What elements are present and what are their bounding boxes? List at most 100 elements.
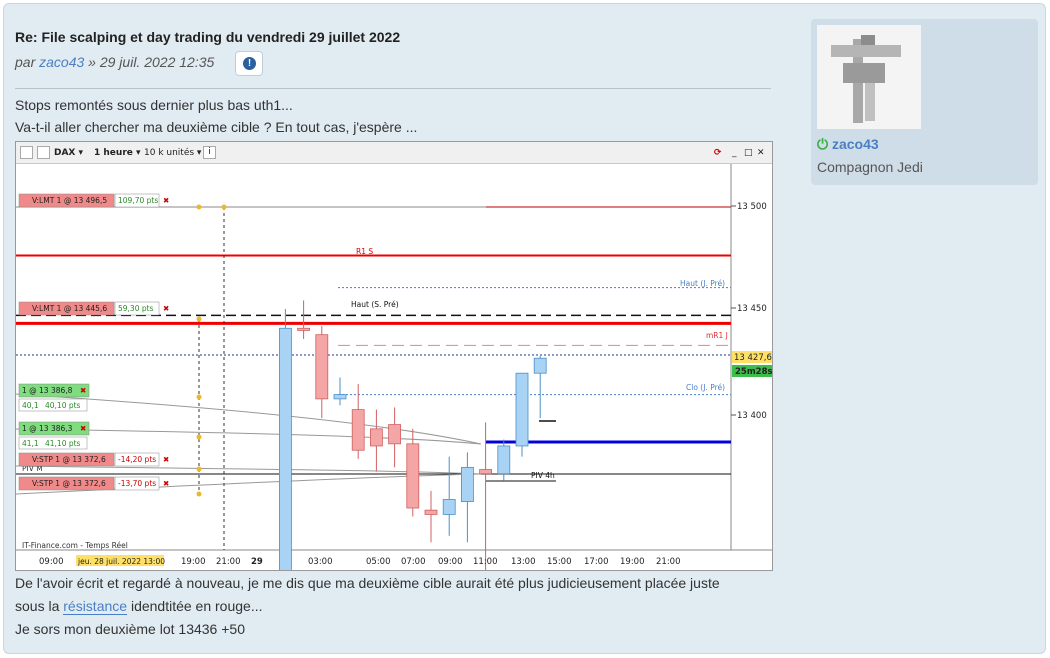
r1s-label: R1 S [356, 247, 373, 256]
x-tick-label: 07:00 [401, 557, 426, 567]
minimize-icon[interactable]: _ [732, 146, 737, 160]
instrument-select[interactable]: DAX ▾ [54, 146, 83, 160]
close-icon[interactable]: ✕ [757, 146, 765, 160]
order-tag: V:LMT 1 @ 13 445,6 59,30 pts ✖ [18, 301, 169, 316]
author-profile: ⏻ zaco43 Compagnon Jedi [811, 19, 1038, 185]
post-text-line-1: Stops remontés sous dernier plus bas uth… [15, 97, 293, 113]
order-anchor-dot [196, 394, 202, 400]
candle-icon[interactable] [20, 146, 33, 159]
mr1j-label: mR1 J [706, 331, 728, 340]
haut-spre-label: Haut (S. Pré) [351, 300, 399, 309]
alert-icon: ! [243, 57, 256, 70]
x-tick-label: 05:00 [366, 557, 391, 567]
order-anchor-dot [196, 316, 202, 322]
post-text-line-4: sous la résistance idendtitée en rouge..… [15, 598, 263, 615]
close-order-icon: ✖ [163, 455, 169, 464]
order-tag: V:LMT 1 @ 13 496,5 109,70 pts ✖ [18, 193, 169, 208]
order-anchor-dot [196, 434, 202, 440]
online-icon: ⏻ [817, 136, 829, 152]
username[interactable]: ⏻ zaco43 [817, 136, 879, 153]
order-tag: 1 @ 13 386,8 ✖ 40,1 40,10 pts [18, 383, 90, 412]
x-tick-label: 15:00 [547, 557, 572, 567]
close-order-icon: ✖ [163, 304, 169, 313]
x-tick-label: 11:00 [473, 557, 498, 567]
candle-body [497, 445, 511, 475]
haut-jpre-label: Haut (J. Pré) [680, 279, 725, 288]
x-tick-label: 21:00 [656, 557, 681, 567]
y-tick-label: 13 500 [737, 202, 767, 212]
order-sub2: 40,10 pts [45, 401, 81, 410]
maximize-icon[interactable]: □ [744, 146, 753, 160]
order-pts: 109,70 pts [118, 196, 158, 205]
close-order-icon: ✖ [80, 424, 86, 433]
order-pts: 59,30 pts [118, 304, 154, 313]
candle-body [333, 394, 347, 400]
post-text-line-5: Je sors mon deuxième lot 13436 +50 [15, 621, 245, 637]
avatar[interactable] [817, 25, 921, 129]
order-anchor-dot [196, 466, 202, 472]
price-badge-text: 13 427,6 [734, 353, 772, 363]
timeframe-select[interactable]: 1 heure ▾ [94, 146, 141, 160]
order-anchor-dot [196, 491, 202, 497]
candle-body [278, 327, 292, 570]
candle-body [460, 466, 474, 502]
report-button[interactable]: ! [235, 51, 263, 76]
units-select[interactable]: 10 k unités ▾ [144, 146, 201, 160]
separator [15, 88, 771, 89]
order-sub1: 40,1 [22, 401, 39, 410]
refresh-icon[interactable]: ⟳ [714, 146, 722, 160]
order-pts: -14,20 pts [118, 455, 156, 464]
order-label: V:LMT 1 @ 13 445,6 [32, 304, 107, 313]
order-anchor-dot [221, 204, 227, 210]
close-order-icon: ✖ [163, 196, 169, 205]
by-prefix: par [15, 54, 36, 70]
order-label: 1 @ 13 386,8 [22, 386, 73, 395]
y-tick-label: 13 450 [737, 304, 767, 314]
post-text-line-3: De l'avoir écrit et regardé à nouveau, j… [15, 575, 720, 591]
clo-jpre-label: Clo (J. Pré) [686, 383, 725, 392]
candle-body [369, 428, 383, 447]
candle-body [442, 499, 456, 515]
post-title[interactable]: Re: File scalping et day trading du vend… [15, 29, 400, 45]
x-tick-label: 21:00 [216, 557, 241, 567]
author-link[interactable]: zaco43 [39, 54, 84, 70]
order-pts: -13,70 pts [118, 479, 156, 488]
piv4h-label: PIV 4h [531, 471, 555, 480]
candle-body [533, 357, 547, 374]
order-tag: V:STP 1 @ 13 372,6 -13,70 pts ✖ [18, 476, 169, 491]
post-text-line-2: Va-t-il aller chercher ma deuxième cible… [15, 119, 418, 135]
source-label: IT-Finance.com - Temps Réel [22, 541, 128, 550]
post-date: » 29 juil. 2022 12:35 [88, 54, 215, 70]
x-tick-label: 19:00 [181, 557, 206, 567]
resistance-link[interactable]: résistance [63, 598, 128, 615]
cursor-date-text: jeu. 28 juil. 2022 13:00 [77, 557, 165, 566]
x-tick-label: 29 [251, 557, 263, 567]
candle-body [351, 409, 365, 451]
order-tag: 1 @ 13 386,3 ✖ 41,1 41,10 pts [18, 421, 90, 450]
trading-chart-image: DAX ▾ 1 heure ▾ 10 k unités ▾ i ⟳ _ □ ✕ … [15, 141, 773, 571]
x-tick-label: 17:00 [584, 557, 609, 567]
y-tick-label: 13 400 [737, 411, 767, 421]
x-tick-label: 19:00 [620, 557, 645, 567]
x-tick-label: 09:00 [39, 557, 64, 567]
order-label: V:LMT 1 @ 13 496,5 [32, 196, 107, 205]
candle-body [479, 469, 493, 475]
candle-body [515, 372, 529, 447]
order-anchor-dot [196, 204, 202, 210]
candle-body [388, 424, 402, 445]
close-order-icon: ✖ [80, 386, 86, 395]
order-label: 1 @ 13 386,3 [22, 424, 73, 433]
settings-icon[interactable] [37, 146, 50, 159]
candle-body [315, 334, 329, 400]
chart-toolbar: DAX ▾ 1 heure ▾ 10 k unités ▾ i ⟳ _ □ ✕ [16, 142, 772, 164]
candle-body [297, 327, 311, 331]
chart-canvas: 13 500 13 450 13 400 09:00 13:00 17:00 19:00 21… [16, 164, 772, 570]
forum-post: Re: File scalping et day trading du vend… [3, 3, 1046, 654]
order-label: V:STP 1 @ 13 372,6 [32, 455, 106, 464]
x-tick-label: 13:00 [511, 557, 536, 567]
order-sub1: 41,1 [22, 439, 39, 448]
info-icon[interactable]: i [203, 146, 216, 159]
close-order-icon: ✖ [163, 479, 169, 488]
post-byline: par zaco43 » 29 juil. 2022 12:35 [15, 54, 214, 70]
x-tick-label: 09:00 [438, 557, 463, 567]
